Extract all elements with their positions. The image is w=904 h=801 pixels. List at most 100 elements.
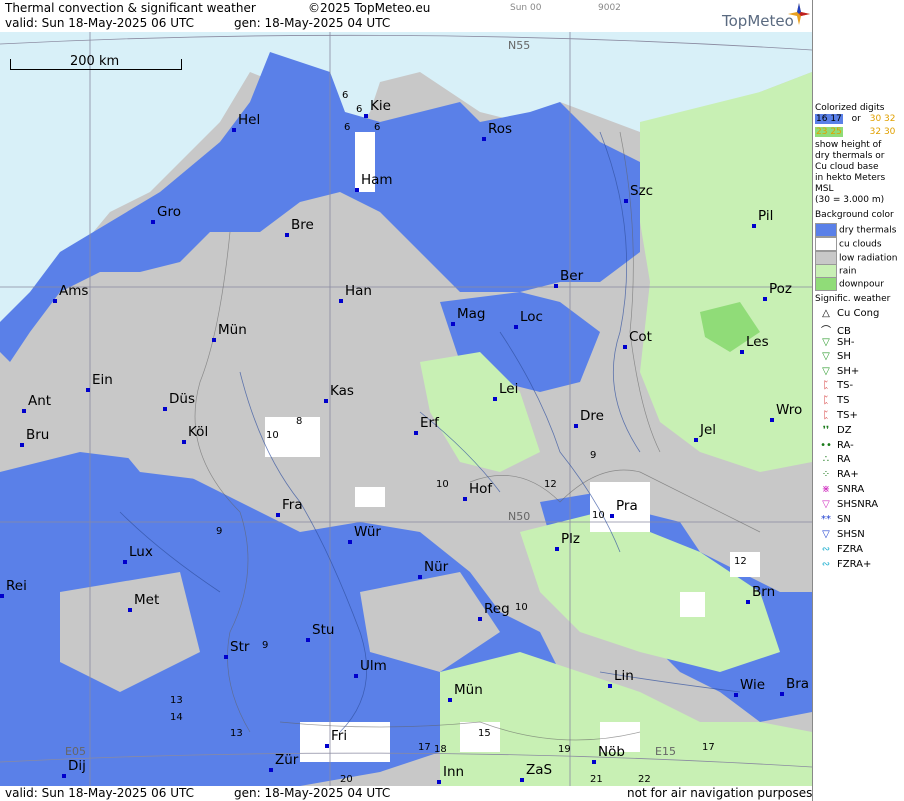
city-pil[interactable]: Pil xyxy=(752,209,773,228)
city-lux[interactable]: Lux xyxy=(123,545,153,564)
legend-sig-label: SH xyxy=(837,351,851,362)
city-label: Hel xyxy=(238,112,261,128)
city-kie[interactable]: Kie xyxy=(364,99,391,118)
city-label: Mag xyxy=(457,306,486,322)
city-dre[interactable]: Dre xyxy=(574,408,604,428)
city-inn[interactable]: Inn xyxy=(437,765,464,784)
legend-sig-label: TS+ xyxy=(837,410,858,421)
city-ams[interactable]: Ams xyxy=(53,284,88,303)
city-fra[interactable]: Fra xyxy=(276,498,303,517)
city-ros[interactable]: Ros xyxy=(482,121,513,141)
city-str[interactable]: Str xyxy=(224,640,249,659)
city-ant[interactable]: Ant xyxy=(22,394,51,413)
legend-bg-label: dry thermals xyxy=(839,225,897,236)
city-hel[interactable]: Hel xyxy=(232,112,261,132)
rain-light-icon: •• xyxy=(820,440,832,451)
legend-sig-label: RA- xyxy=(837,440,854,451)
swatch xyxy=(815,223,837,237)
city-label: Mün xyxy=(218,322,247,338)
legend-sig-label: TS- xyxy=(837,380,854,391)
legend-sig-label: TS xyxy=(837,395,850,406)
city-rei[interactable]: Rei xyxy=(0,579,27,598)
city-han[interactable]: Han xyxy=(339,284,372,303)
city-wro[interactable]: Wro xyxy=(770,403,802,422)
city-bru[interactable]: Bru xyxy=(20,428,49,447)
digits-sample-b: 30 32 xyxy=(869,114,896,124)
weather-map[interactable]: 200 km N55 N50 E05 E15 Hel Kie Ros Szc H… xyxy=(0,32,812,786)
city-fri[interactable]: Fri xyxy=(325,728,348,748)
city-jel[interactable]: Jel xyxy=(694,423,716,442)
city-pra[interactable]: Pra xyxy=(610,499,638,518)
city-ulm[interactable]: Ulm xyxy=(354,659,387,678)
city-ham[interactable]: Ham xyxy=(355,173,393,192)
city-les[interactable]: Les xyxy=(740,335,769,354)
city-label: Reg xyxy=(484,601,510,617)
city-erf[interactable]: Erf xyxy=(414,416,439,435)
thermal-digit: 18 xyxy=(434,744,447,755)
city-szc[interactable]: Szc xyxy=(624,184,653,203)
legend-bg-title: Background color xyxy=(815,210,894,220)
city-bra[interactable]: Bra xyxy=(780,677,809,696)
chart-title: Thermal convection & significant weather xyxy=(5,1,256,15)
city-zur[interactable]: Zür xyxy=(269,753,298,772)
legend-sig-title: Signific. weather xyxy=(815,294,891,304)
city-ber[interactable]: Ber xyxy=(554,269,583,288)
city-met[interactable]: Met xyxy=(128,593,159,612)
city-bre[interactable]: Bre xyxy=(285,218,314,237)
city-dus[interactable]: Düs xyxy=(163,392,195,411)
digits-or: or xyxy=(851,114,861,124)
city-hof[interactable]: Hof xyxy=(463,481,493,501)
city-loc[interactable]: Loc xyxy=(514,310,543,329)
digits-sample-c: 23 25 xyxy=(815,127,843,137)
city-zas[interactable]: ZaS xyxy=(520,763,552,782)
city-wur[interactable]: Wür xyxy=(348,525,381,544)
city-label: Fri xyxy=(331,728,348,744)
city-label: Brn xyxy=(752,584,776,600)
city-kas[interactable]: Kas xyxy=(324,384,354,403)
city-label: Mün xyxy=(454,682,483,698)
city-stu[interactable]: Stu xyxy=(306,623,334,642)
city-label: Hof xyxy=(469,481,493,497)
thermal-digit: 10 xyxy=(266,430,279,441)
city-label: Dre xyxy=(580,408,604,424)
city-brn[interactable]: Brn xyxy=(746,584,776,604)
city-mun[interactable]: Mün xyxy=(212,322,247,342)
city-label: Ros xyxy=(488,121,513,137)
city-kol[interactable]: Köl xyxy=(182,425,208,444)
thermal-digit: 6 xyxy=(374,122,381,133)
compass-icon xyxy=(788,3,810,25)
legend-sig-label: RA+ xyxy=(837,469,859,480)
city-label: Nür xyxy=(424,559,449,575)
city-dij[interactable]: Dij xyxy=(62,759,86,778)
drizzle-icon: ❜❜ xyxy=(822,425,830,436)
thermal-digit: 14 xyxy=(170,712,183,723)
city-nob[interactable]: Nöb xyxy=(592,745,625,764)
city-reg[interactable]: Reg xyxy=(478,601,510,621)
thunderstorm-heavy-icon: ᛈ xyxy=(823,410,829,421)
city-lin[interactable]: Lin xyxy=(608,669,634,688)
city-label: Plz xyxy=(561,531,580,547)
city-muenchen[interactable]: Mün xyxy=(448,682,483,702)
legend-sig-sn: ** SN xyxy=(815,514,851,525)
city-nur[interactable]: Nür xyxy=(418,559,449,579)
freezing-rain-heavy-icon: ∾ xyxy=(821,559,831,570)
thermal-digit: 9 xyxy=(262,640,269,651)
city-wie[interactable]: Wie xyxy=(734,678,765,697)
legend-sig-label: DZ xyxy=(837,425,852,436)
rain-icon: ∴ xyxy=(822,454,830,465)
thermal-digit: 15 xyxy=(478,728,491,739)
legend-sig-cu-cong: △ Cu Cong xyxy=(815,308,879,319)
code-label: 9002 xyxy=(598,3,621,13)
city-plz[interactable]: Plz xyxy=(555,531,580,551)
valid-time: valid: Sun 18-May-2025 06 UTC xyxy=(5,16,194,30)
city-cot[interactable]: Cot xyxy=(623,329,652,349)
thermal-digit: 19 xyxy=(558,744,571,755)
city-ein[interactable]: Ein xyxy=(86,373,113,392)
city-gro[interactable]: Gro xyxy=(151,205,181,224)
city-lei[interactable]: Lei xyxy=(493,382,518,401)
city-poz[interactable]: Poz xyxy=(763,282,792,301)
legend-sig-ts-plus: ᛈ TS+ xyxy=(815,410,858,421)
city-label: Cot xyxy=(629,329,652,345)
city-mag[interactable]: Mag xyxy=(451,306,486,326)
footer-note: not for air navigation purposes xyxy=(627,786,813,800)
